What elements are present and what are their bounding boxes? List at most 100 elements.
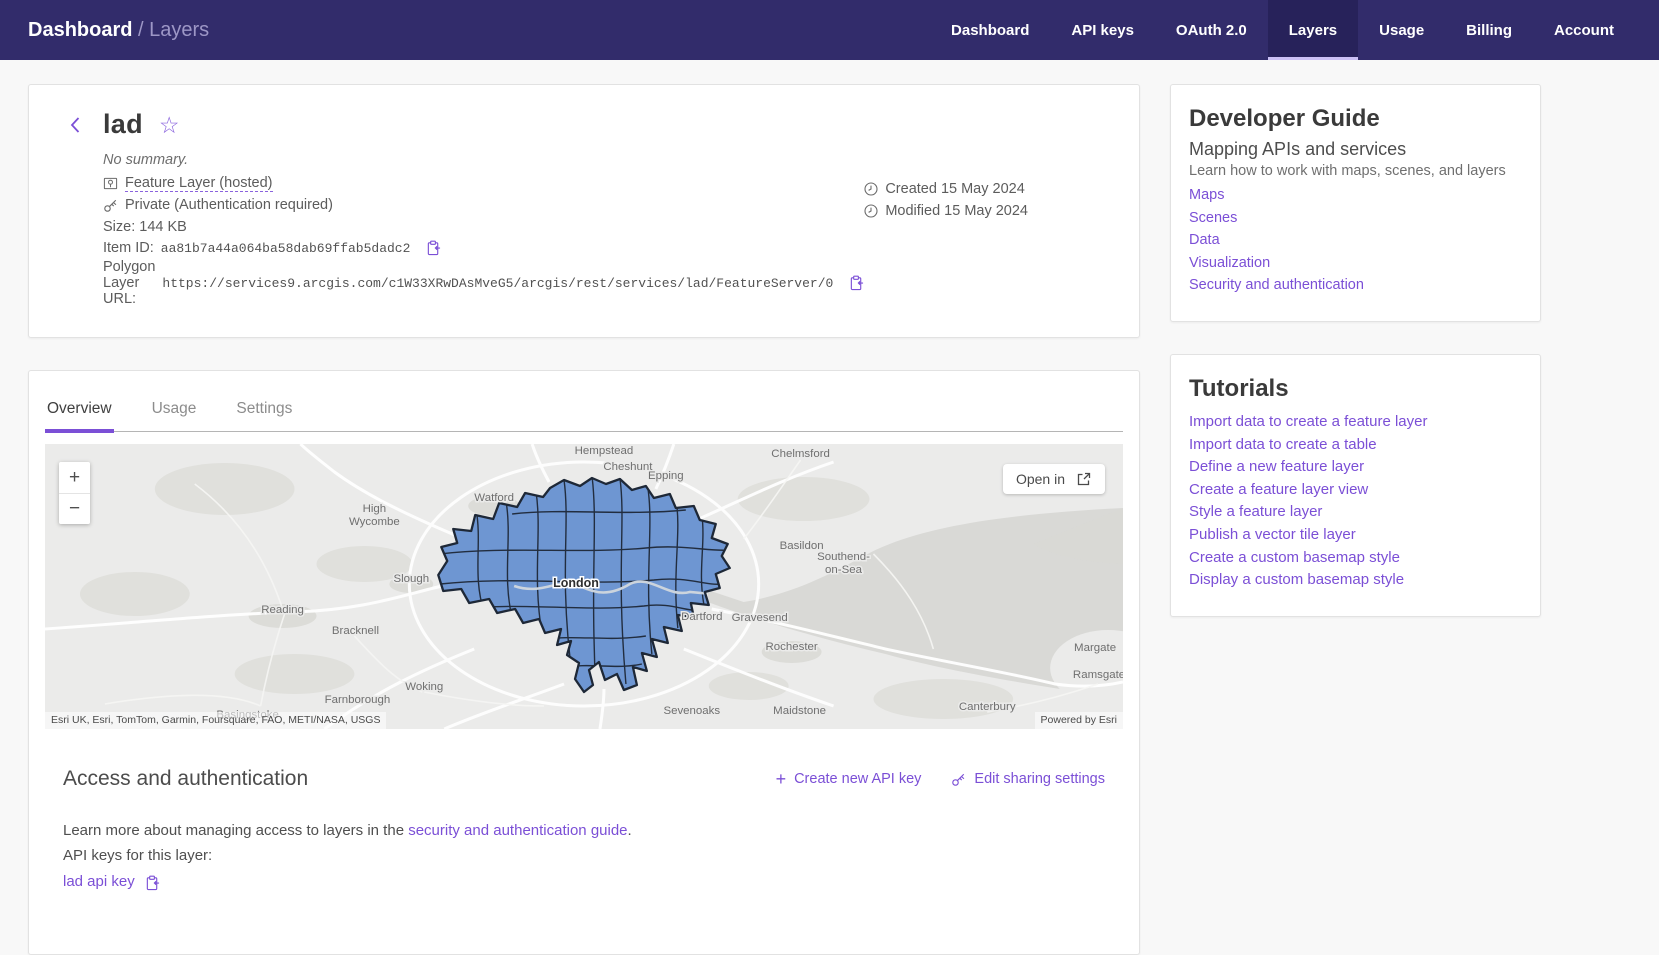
access-title: Access and authentication	[63, 767, 308, 791]
top-nav-bar: Dashboard / Layers Dashboard API keys OA…	[0, 0, 1659, 60]
tab-usage[interactable]: Usage	[150, 391, 199, 431]
nav-billing[interactable]: Billing	[1445, 0, 1533, 60]
layer-privacy: Private (Authentication required)	[125, 197, 333, 213]
map-city-label: Dartford	[681, 611, 722, 623]
map-city-label: Ramsgate	[1073, 669, 1123, 681]
guide-link-visualization[interactable]: Visualization	[1189, 252, 1522, 275]
feature-layer-icon	[103, 176, 118, 191]
external-link-icon	[1076, 471, 1092, 487]
map-city-label: Chelmsford	[771, 448, 830, 460]
tutorial-link[interactable]: Import data to create a feature layer	[1189, 411, 1522, 434]
zoom-in-button[interactable]: +	[59, 462, 90, 493]
map-city-label: Reading	[261, 604, 304, 616]
key-icon	[951, 772, 966, 787]
developer-guide-card: Developer Guide Mapping APIs and service…	[1170, 84, 1541, 322]
create-api-key-button[interactable]: + Create new API key	[776, 770, 922, 788]
map-city-label: Sevenoaks	[663, 705, 720, 717]
nav-api-keys[interactable]: API keys	[1050, 0, 1155, 60]
map-city-label: Woking	[405, 681, 443, 693]
map-city-label: Rochester	[765, 641, 817, 653]
plus-icon: +	[776, 770, 787, 788]
guide-link-maps[interactable]: Maps	[1189, 184, 1522, 207]
map-city-label: Cheshunt	[603, 461, 653, 473]
zoom-out-button[interactable]: −	[59, 493, 90, 524]
map-london-label: London	[553, 576, 599, 590]
top-nav-menu: Dashboard API keys OAuth 2.0 Layers Usag…	[930, 0, 1635, 60]
edit-sharing-label: Edit sharing settings	[974, 771, 1105, 787]
tab-bar: Overview Usage Settings	[45, 385, 1123, 432]
access-section: Access and authentication + Create new A…	[63, 767, 1105, 894]
nav-layers[interactable]: Layers	[1268, 0, 1358, 60]
nav-oauth[interactable]: OAuth 2.0	[1155, 0, 1268, 60]
nav-usage[interactable]: Usage	[1358, 0, 1445, 60]
layer-summary: No summary.	[103, 152, 864, 168]
map-city-label: Canterbury	[959, 701, 1016, 713]
guide-link-security[interactable]: Security and authentication	[1189, 274, 1522, 297]
map-city-label: Maidstone	[773, 705, 826, 717]
clock-icon	[864, 204, 878, 218]
favorite-star-icon[interactable]: ☆	[159, 114, 180, 137]
open-in-label: Open in	[1016, 471, 1065, 487]
layer-type-link[interactable]: Feature Layer (hosted)	[125, 175, 273, 192]
create-api-key-label: Create new API key	[794, 771, 921, 787]
item-id-value: aa81b7a44a064ba58dab69ffab5dadc2	[161, 241, 411, 256]
lad-api-key-link[interactable]: lad api key	[63, 869, 135, 894]
key-icon	[103, 198, 118, 213]
edit-sharing-button[interactable]: Edit sharing settings	[951, 770, 1105, 788]
basemap-canvas: Hempstead Chelmsford Cheshunt Epping Wat…	[45, 444, 1123, 729]
tutorials-title: Tutorials	[1189, 375, 1522, 403]
tutorial-link[interactable]: Publish a vector tile layer	[1189, 524, 1522, 547]
map-city-label: Margate	[1074, 642, 1116, 654]
map-preview[interactable]: Hempstead Chelmsford Cheshunt Epping Wat…	[45, 444, 1123, 729]
map-city-label: High	[363, 503, 387, 515]
layer-size: Size: 144 KB	[103, 219, 187, 235]
layer-url-value: https://services9.arcgis.com/c1W33XRwDAs…	[162, 276, 833, 291]
tutorial-link[interactable]: Import data to create a table	[1189, 434, 1522, 457]
tutorial-link[interactable]: Create a feature layer view	[1189, 479, 1522, 502]
copy-item-id-icon[interactable]	[426, 240, 441, 256]
back-button[interactable]	[65, 114, 87, 136]
developer-guide-subtitle: Mapping APIs and services	[1189, 139, 1522, 160]
tab-settings[interactable]: Settings	[234, 391, 294, 431]
item-id-label: Item ID:	[103, 240, 154, 256]
map-city-label: Gravesend	[732, 612, 788, 624]
guide-link-data[interactable]: Data	[1189, 229, 1522, 252]
tutorial-link[interactable]: Display a custom basemap style	[1189, 569, 1522, 592]
modified-date: Modified 15 May 2024	[885, 203, 1028, 219]
layer-detail-card: Overview Usage Settings	[28, 370, 1140, 955]
copy-url-icon[interactable]	[849, 275, 864, 291]
tutorials-card: Tutorials Import data to create a featur…	[1170, 354, 1541, 617]
nav-account[interactable]: Account	[1533, 0, 1635, 60]
map-city-label: Watford	[474, 492, 514, 504]
security-guide-link[interactable]: security and authentication guide	[408, 822, 627, 839]
breadcrumb-separator: /	[132, 19, 149, 41]
layer-title: lad	[103, 109, 143, 140]
layer-url-label: Polygon Layer URL:	[103, 259, 155, 307]
tutorial-link[interactable]: Style a feature layer	[1189, 501, 1522, 524]
layer-info-card: lad ☆ No summary. Feature Layer (hosted)	[28, 84, 1140, 338]
developer-guide-description: Learn how to work with maps, scenes, and…	[1189, 163, 1522, 179]
developer-guide-title: Developer Guide	[1189, 105, 1522, 133]
copy-api-key-icon[interactable]	[145, 874, 160, 890]
breadcrumb-dashboard[interactable]: Dashboard	[28, 19, 132, 41]
tutorial-link[interactable]: Create a custom basemap style	[1189, 547, 1522, 570]
api-keys-label: API keys for this layer:	[63, 843, 1105, 868]
map-city-label: Hempstead	[575, 445, 634, 457]
map-city-label: on-Sea	[825, 564, 863, 576]
guide-link-scenes[interactable]: Scenes	[1189, 207, 1522, 230]
map-attribution: Esri UK, Esri, TomTom, Garmin, Foursquar…	[45, 712, 386, 729]
nav-dashboard[interactable]: Dashboard	[930, 0, 1050, 60]
map-city-label: Slough	[393, 573, 429, 585]
tutorial-link[interactable]: Define a new feature layer	[1189, 456, 1522, 479]
map-city-label: Wycombe	[349, 516, 400, 528]
tab-overview[interactable]: Overview	[45, 391, 114, 431]
open-in-button[interactable]: Open in	[1003, 464, 1105, 494]
map-zoom-controls: + −	[59, 462, 90, 524]
breadcrumb: Dashboard / Layers	[28, 19, 209, 42]
map-city-label: Epping	[648, 470, 684, 482]
map-city-label: Farnborough	[325, 694, 391, 706]
map-city-label: Bracknell	[332, 625, 379, 637]
powered-by-esri: Powered by Esri	[1035, 712, 1123, 729]
breadcrumb-layers: Layers	[149, 19, 209, 41]
clock-icon	[864, 182, 878, 196]
